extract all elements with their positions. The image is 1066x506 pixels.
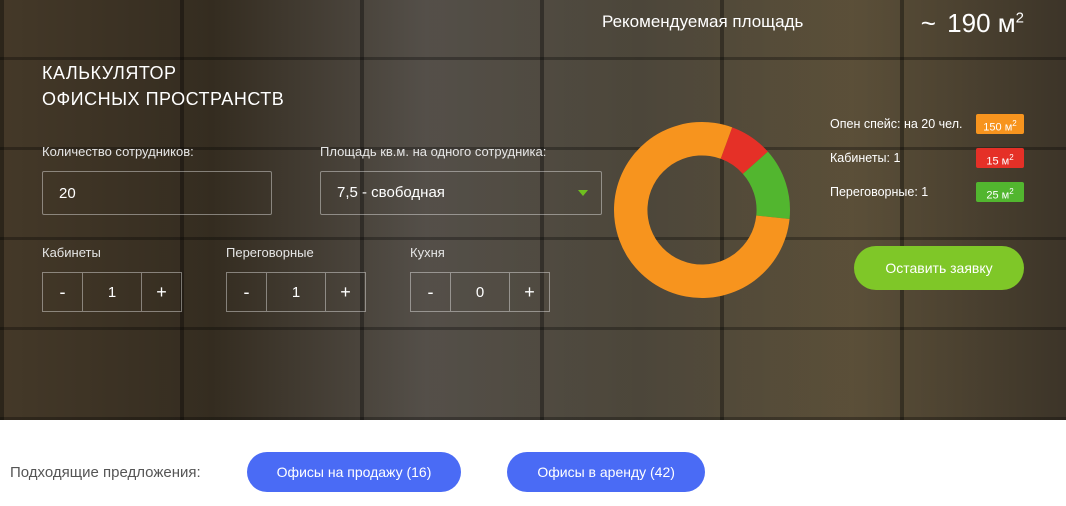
legend: Опен спейс: на 20 чел. 150 м2 Кабинеты: 1 1… [830,114,1024,202]
cabinets-stepper: - + [42,272,182,312]
meeting-plus-button[interactable]: + [326,272,366,312]
area-per-employee-select[interactable]: 7,5 - свободная [320,171,602,215]
cabinets-value-input[interactable] [82,272,142,312]
offers-rent-button[interactable]: Офисы в аренду (42) [507,452,705,492]
cabinets-plus-button[interactable]: + [142,272,182,312]
submit-request-button[interactable]: Оставить заявку [854,246,1024,290]
calculator-title: КАЛЬКУЛЯТОР ОФИСНЫХ ПРОСТРАНСТВ [42,60,602,112]
legend-badge: 150 м2 [976,114,1024,134]
total-area-value: ~ 190 м2 [921,8,1024,39]
kitchen-minus-button[interactable]: - [410,272,450,312]
legend-row: Опен спейс: на 20 чел. 150 м2 [830,114,1024,134]
legend-badge: 25 м2 [976,182,1024,202]
cabinets-label: Кабинеты [42,245,182,260]
chevron-down-icon [578,190,588,196]
offers-sale-button[interactable]: Офисы на продажу (16) [247,452,462,492]
kitchen-stepper: - + [410,272,550,312]
employees-input[interactable] [42,171,272,215]
legend-label: Опен спейс: на 20 чел. [830,117,963,131]
kitchen-plus-button[interactable]: + [510,272,550,312]
offers-label: Подходящие предложения: [10,464,201,481]
meeting-label: Переговорные [226,245,366,260]
title-line-2: ОФИСНЫХ ПРОСТРАНСТВ [42,86,602,112]
area-per-employee-label: Площадь кв.м. на одного сотрудника: [320,144,602,159]
employees-label: Количество сотрудников: [42,144,272,159]
legend-row: Переговорные: 1 25 м2 [830,182,1024,202]
cabinets-minus-button[interactable]: - [42,272,82,312]
meeting-stepper: - + [226,272,366,312]
recommended-area-title: Рекомендуемая площадь [602,12,802,32]
legend-label: Переговорные: 1 [830,185,928,199]
kitchen-label: Кухня [410,245,550,260]
meeting-value-input[interactable] [266,272,326,312]
area-donut-chart [602,110,802,310]
legend-label: Кабинеты: 1 [830,151,900,165]
title-line-1: КАЛЬКУЛЯТОР [42,63,177,83]
kitchen-value-input[interactable] [450,272,510,312]
legend-badge: 15 м2 [976,148,1024,168]
legend-row: Кабинеты: 1 15 м2 [830,148,1024,168]
meeting-minus-button[interactable]: - [226,272,266,312]
